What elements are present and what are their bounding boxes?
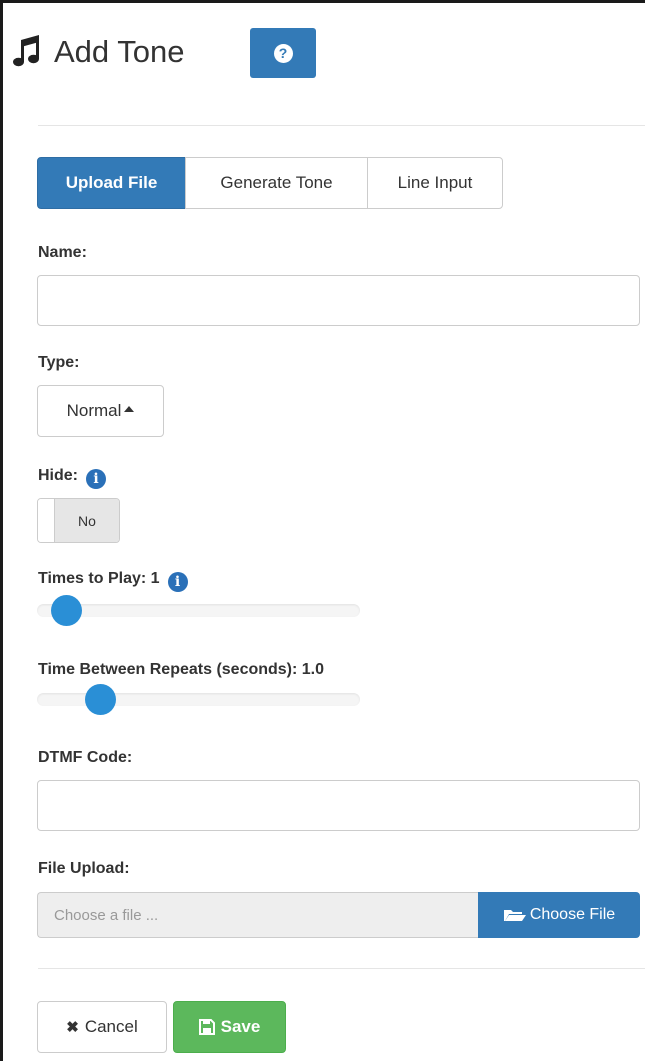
type-label: Type:: [38, 354, 80, 371]
cancel-button[interactable]: ✖ Cancel: [37, 1001, 167, 1053]
type-value: Normal: [66, 401, 122, 420]
times-to-play-label: Times to Play: 1: [38, 570, 160, 587]
time-between-repeats-slider-handle[interactable]: [85, 684, 116, 715]
tab-upload-file[interactable]: Upload File: [37, 157, 186, 209]
save-button[interactable]: Save: [173, 1001, 286, 1053]
caret-up-icon: [124, 406, 135, 412]
music-note-icon: [12, 32, 42, 72]
tab-line-input[interactable]: Line Input: [367, 157, 503, 209]
time-between-repeats-label: Time Between Repeats (seconds): 1.0: [38, 661, 325, 678]
dtmf-code-label: DTMF Code:: [38, 749, 133, 766]
folder-open-icon: [503, 910, 526, 921]
source-tabs: Upload File Generate Tone Line Input: [37, 157, 503, 209]
choose-file-label: Choose File: [529, 906, 616, 923]
file-upload-label: File Upload:: [38, 860, 130, 877]
floppy-disk-icon: [198, 1019, 215, 1035]
name-input[interactable]: [37, 275, 640, 326]
times-to-play-label-row: Times to Play: 1 i: [38, 570, 188, 592]
times-to-play-slider[interactable]: [37, 604, 360, 617]
type-dropdown[interactable]: Normal: [37, 385, 164, 437]
question-circle-icon: ?: [273, 43, 293, 63]
close-icon: ✖: [66, 1019, 79, 1036]
toggle-knob: [38, 499, 55, 542]
tab-generate-tone[interactable]: Generate Tone: [185, 157, 368, 209]
dtmf-code-input[interactable]: [37, 780, 640, 831]
times-to-play-slider-handle[interactable]: [51, 595, 82, 626]
hide-label-row: Hide: i: [38, 467, 106, 489]
save-label: Save: [220, 1017, 261, 1036]
help-button[interactable]: ?: [250, 28, 316, 78]
name-label: Name:: [38, 244, 87, 261]
window-frame-left: [0, 0, 3, 1061]
cancel-label: Cancel: [84, 1017, 138, 1036]
header-divider: [38, 125, 645, 126]
file-name-field[interactable]: Choose a file ...: [37, 892, 478, 938]
choose-file-button[interactable]: Choose File: [478, 892, 640, 938]
hide-label: Hide:: [38, 467, 78, 484]
page-title: Add Tone: [54, 34, 185, 69]
hide-toggle[interactable]: No: [37, 498, 120, 543]
info-circle-icon[interactable]: i: [86, 469, 106, 489]
page-header: Add Tone: [12, 24, 184, 80]
info-circle-icon[interactable]: i: [167, 572, 188, 592]
toggle-state: No: [55, 499, 119, 542]
file-upload-group: Choose a file ... Choose File: [37, 892, 640, 938]
footer-divider: [38, 968, 645, 969]
window-frame-top: [0, 0, 645, 3]
